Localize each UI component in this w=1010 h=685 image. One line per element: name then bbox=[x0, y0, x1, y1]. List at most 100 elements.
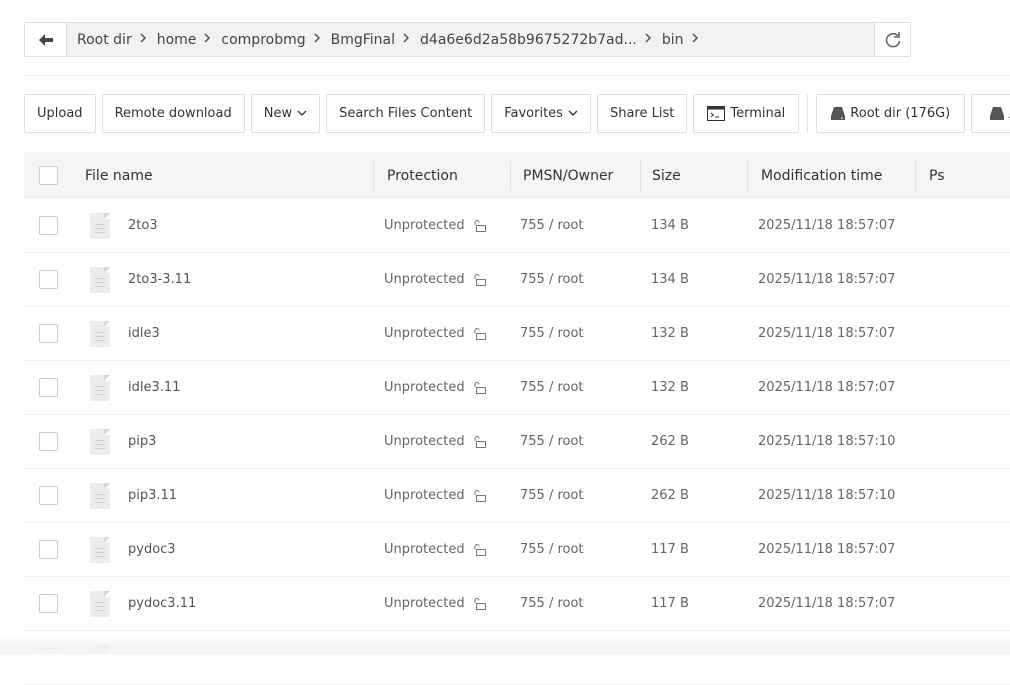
file-icon bbox=[90, 590, 110, 617]
unlock-icon[interactable] bbox=[473, 543, 486, 556]
terminal-button[interactable]: Terminal bbox=[693, 94, 800, 133]
protection-status[interactable]: Unprotected bbox=[384, 596, 465, 611]
file-name[interactable]: pip3 bbox=[128, 415, 156, 468]
permission-owner[interactable]: 755 / root bbox=[520, 469, 584, 522]
breadcrumb-item[interactable]: Root dir bbox=[77, 32, 132, 48]
file-size: 134 B bbox=[651, 272, 689, 287]
file-size: 117 B bbox=[651, 542, 689, 557]
unlock-icon[interactable] bbox=[473, 489, 486, 502]
favorites-dropdown-button[interactable]: Favorites bbox=[491, 94, 591, 133]
upload-button[interactable]: Upload bbox=[24, 94, 96, 133]
protection-status[interactable]: Unprotected bbox=[384, 380, 465, 395]
column-modification-time[interactable]: Modification time bbox=[761, 152, 882, 199]
file-name[interactable]: idle3.11 bbox=[128, 361, 180, 414]
breadcrumb-item[interactable]: d4a6e6d2a58b9675272b7ad... bbox=[420, 32, 637, 48]
terminal-label: Terminal bbox=[730, 106, 786, 121]
column-file-name[interactable]: File name bbox=[85, 152, 153, 199]
modification-time: 2025/11/18 18:57:07 bbox=[758, 218, 896, 233]
file-name[interactable]: pydoc3.11 bbox=[128, 577, 196, 630]
protection-status[interactable]: Unprotected bbox=[384, 488, 465, 503]
new-dropdown-button[interactable]: New bbox=[250, 94, 321, 133]
row-checkbox[interactable] bbox=[39, 432, 58, 451]
protection-status[interactable]: Unprotected bbox=[384, 218, 465, 233]
file-name[interactable]: 2to3-3.11 bbox=[128, 253, 191, 306]
table-row[interactable]: pydoc3 Unprotected 755 / root 117 B 2025… bbox=[24, 523, 1010, 577]
file-size: 134 B bbox=[651, 218, 689, 233]
breadcrumb-item[interactable]: bin bbox=[662, 32, 684, 48]
breadcrumb-item[interactable]: BmgFinal bbox=[331, 32, 395, 48]
chevron-down-icon bbox=[568, 110, 578, 116]
file-icon bbox=[90, 266, 110, 293]
search-files-content-button[interactable]: Search Files Content bbox=[326, 94, 486, 133]
row-checkbox[interactable] bbox=[39, 486, 58, 505]
file-name[interactable]: pydoc3 bbox=[128, 523, 176, 576]
row-checkbox[interactable] bbox=[39, 540, 58, 559]
protection-status[interactable]: Unprotected bbox=[384, 434, 465, 449]
column-owner[interactable]: PMSN/Owner bbox=[523, 152, 613, 199]
breadcrumb-item[interactable]: home bbox=[157, 32, 197, 48]
file-name[interactable]: pip3.11 bbox=[128, 469, 177, 522]
protection-status[interactable]: Unprotected bbox=[384, 272, 465, 287]
modification-time: 2025/11/18 18:57:07 bbox=[758, 272, 896, 287]
breadcrumb: Root dir home comprobmg BmgFinal d4a6e6d2a58… bbox=[67, 32, 874, 48]
unlock-icon[interactable] bbox=[473, 435, 486, 448]
share-list-button[interactable]: Share List bbox=[596, 94, 688, 133]
unlock-icon[interactable] bbox=[473, 219, 486, 232]
permission-owner[interactable]: 755 / root bbox=[520, 361, 584, 414]
table-row[interactable]: 2to3 Unprotected 755 / root 134 B 2025/1… bbox=[24, 199, 1010, 253]
back-button[interactable] bbox=[25, 23, 67, 56]
permission-owner[interactable]: 755 / root bbox=[520, 307, 584, 360]
table-row[interactable]: 2to3-3.11 Unprotected 755 / root 134 B 2… bbox=[24, 253, 1010, 307]
column-protection[interactable]: Protection bbox=[387, 152, 458, 199]
row-checkbox[interactable] bbox=[39, 216, 58, 235]
file-icon bbox=[90, 374, 110, 401]
file-size: 132 B bbox=[651, 380, 689, 395]
modification-time: 2025/11/18 18:57:10 bbox=[758, 434, 896, 449]
hard-drive-icon bbox=[831, 107, 846, 120]
table-row[interactable]: pydoc3.11 Unprotected 755 / root 117 B 2… bbox=[24, 577, 1010, 631]
file-name[interactable]: idle3 bbox=[128, 307, 160, 360]
table-row[interactable]: pip3.11 Unprotected 755 / root 262 B 202… bbox=[24, 469, 1010, 523]
unlock-icon[interactable] bbox=[473, 381, 486, 394]
chevron-right-icon bbox=[204, 32, 211, 47]
file-icon bbox=[90, 212, 110, 239]
file-size: 117 B bbox=[651, 596, 689, 611]
row-checkbox[interactable] bbox=[39, 594, 58, 613]
breadcrumb-item[interactable]: comprobmg bbox=[221, 32, 305, 48]
favorites-label: Favorites bbox=[504, 106, 563, 121]
protection-status[interactable]: Unprotected bbox=[384, 542, 465, 557]
file-size: 262 B bbox=[651, 434, 689, 449]
refresh-icon bbox=[885, 31, 900, 47]
permission-owner[interactable]: 755 / root bbox=[520, 577, 584, 630]
table-row[interactable]: idle3.11 Unprotected 755 / root 132 B 20… bbox=[24, 361, 1010, 415]
second-disk-button[interactable]: / bbox=[971, 94, 1010, 133]
refresh-button[interactable] bbox=[874, 23, 910, 56]
row-checkbox[interactable] bbox=[39, 324, 58, 343]
address-bar: Root dir home comprobmg BmgFinal d4a6e6d2a58… bbox=[24, 22, 911, 57]
select-all-checkbox[interactable] bbox=[39, 166, 58, 185]
table-row[interactable]: idle3 Unprotected 755 / root 132 B 2025/… bbox=[24, 307, 1010, 361]
column-ps[interactable]: Ps bbox=[929, 152, 945, 199]
share-list-label: Share List bbox=[609, 106, 675, 121]
chevron-right-icon bbox=[314, 32, 321, 47]
modification-time: 2025/11/18 18:57:07 bbox=[758, 596, 896, 611]
column-size[interactable]: Size bbox=[652, 152, 681, 199]
remote-download-button[interactable]: Remote download bbox=[101, 94, 245, 133]
root-disk-button[interactable]: Root dir (176G) bbox=[816, 94, 966, 133]
unlock-icon[interactable] bbox=[473, 327, 486, 340]
permission-owner[interactable]: 755 / root bbox=[520, 253, 584, 306]
hard-drive-icon bbox=[990, 107, 1005, 120]
toolbar-divider bbox=[807, 94, 809, 133]
file-name[interactable]: 2to3 bbox=[128, 199, 158, 252]
permission-owner[interactable]: 755 / root bbox=[520, 415, 584, 468]
permission-owner[interactable]: 755 / root bbox=[520, 199, 584, 252]
row-checkbox[interactable] bbox=[39, 378, 58, 397]
file-icon bbox=[90, 320, 110, 347]
unlock-icon[interactable] bbox=[473, 597, 486, 610]
permission-owner[interactable]: 755 / root bbox=[520, 523, 584, 576]
arrow-left-icon bbox=[38, 33, 53, 46]
protection-status[interactable]: Unprotected bbox=[384, 326, 465, 341]
table-row[interactable]: pip3 Unprotected 755 / root 262 B 2025/1… bbox=[24, 415, 1010, 469]
unlock-icon[interactable] bbox=[473, 273, 486, 286]
row-checkbox[interactable] bbox=[39, 270, 58, 289]
